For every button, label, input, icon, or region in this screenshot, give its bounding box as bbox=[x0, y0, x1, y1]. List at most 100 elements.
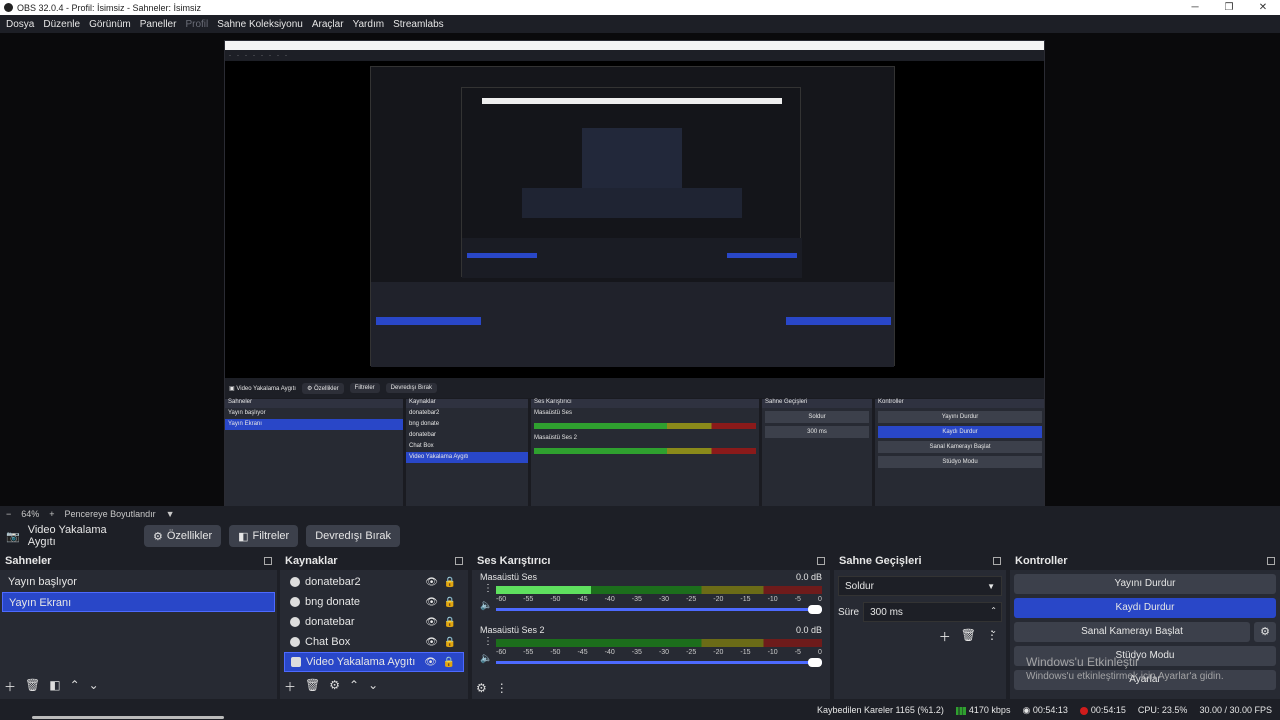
preview-canvas[interactable]: · · · · · · · · ▣ Video Yakalama Aygıtı ⚙ Özelli… bbox=[0, 33, 1280, 534]
filters-button[interactable]: ◧ Filtreler bbox=[229, 525, 299, 547]
undock-icon[interactable] bbox=[264, 557, 272, 565]
remove-source-icon[interactable]: 🗑 bbox=[305, 678, 320, 695]
transition-toolbar: ＋ 🗑 ⋮ bbox=[834, 628, 1006, 645]
remove-scene-icon[interactable]: 🗑 bbox=[25, 678, 40, 695]
remove-transition-icon[interactable]: 🗑 bbox=[961, 628, 976, 645]
volume-slider[interactable] bbox=[496, 658, 822, 667]
menu-docks[interactable]: Paneller bbox=[140, 19, 177, 30]
tick: -40 bbox=[604, 596, 615, 603]
tick: -55 bbox=[523, 649, 534, 656]
channel-menu-icon[interactable]: ⋮ bbox=[483, 583, 493, 594]
lock-icon[interactable]: 🔒 bbox=[444, 637, 456, 648]
menu-view[interactable]: Görünüm bbox=[89, 19, 131, 30]
scene-filters-icon[interactable]: ◧ bbox=[49, 678, 60, 695]
add-transition-icon[interactable]: ＋ bbox=[939, 628, 951, 645]
menu-profile[interactable]: Profil bbox=[185, 19, 208, 30]
chevron-down-icon: ▼ bbox=[987, 582, 995, 591]
spin-arrows-icon[interactable]: ⌃ ⌄ bbox=[990, 601, 997, 641]
mixer-toolbar: ⚙ ⋮ bbox=[476, 681, 508, 695]
source-item[interactable]: bng donate 👁 🔒 bbox=[284, 592, 464, 612]
maximize-icon[interactable]: ❐ bbox=[1212, 0, 1246, 15]
start-virtual-camera-button[interactable]: Sanal Kamerayı Başlat bbox=[1014, 622, 1250, 642]
zoom-in-button[interactable]: + bbox=[49, 509, 54, 519]
tick: -15 bbox=[740, 649, 751, 656]
volume-slider-handle[interactable] bbox=[808, 658, 822, 667]
browser-source-icon bbox=[290, 617, 300, 627]
tick: -30 bbox=[658, 649, 670, 656]
visibility-eye-icon[interactable]: 👁 bbox=[425, 577, 438, 588]
horizontal-scrollbar[interactable] bbox=[32, 716, 224, 719]
move-up-icon[interactable]: ⌃ bbox=[70, 678, 80, 695]
close-icon[interactable]: ✕ bbox=[1246, 0, 1280, 15]
lock-icon[interactable]: 🔒 bbox=[443, 657, 455, 668]
menu-scene-collection[interactable]: Sahne Koleksiyonu bbox=[217, 19, 303, 30]
mixer-channel: Masaüstü Ses 0.0 dB ⋮ -60 -55 -50 -45 -40 -35-… bbox=[472, 570, 830, 623]
camera-icon: 📷 bbox=[6, 530, 20, 543]
mixer-menu-icon[interactable]: ⋮ bbox=[496, 681, 508, 695]
zoom-dropdown-icon[interactable]: ▼ bbox=[166, 509, 175, 519]
transitions-title: Sahne Geçişleri bbox=[839, 555, 922, 567]
channel-menu-icon[interactable]: ⋮ bbox=[483, 636, 493, 647]
undock-icon[interactable] bbox=[993, 557, 1001, 565]
properties-label: Özellikler bbox=[166, 530, 213, 542]
speaker-icon[interactable]: 🔈 bbox=[480, 653, 492, 664]
channel-db: 0.0 dB bbox=[795, 572, 822, 582]
menu-file[interactable]: Dosya bbox=[6, 19, 34, 30]
channel-name: Masaüstü Ses 2 bbox=[480, 625, 545, 635]
lock-icon[interactable]: 🔒 bbox=[444, 597, 456, 608]
lock-icon[interactable]: 🔒 bbox=[444, 617, 456, 628]
mixer-channel: Masaüstü Ses 2 0.0 dB ⋮ -60 -55 -50 -45 -40 -3… bbox=[472, 623, 830, 676]
transition-select[interactable]: Soldur ▼ bbox=[838, 576, 1002, 596]
visibility-eye-icon[interactable]: 👁 bbox=[425, 637, 438, 648]
source-item[interactable]: donatebar 👁 🔒 bbox=[284, 612, 464, 632]
zoom-out-button[interactable]: − bbox=[6, 509, 11, 519]
visibility-eye-icon[interactable]: 👁 bbox=[424, 657, 437, 668]
source-label: donatebar bbox=[305, 616, 355, 628]
add-source-icon[interactable]: ＋ bbox=[284, 678, 296, 695]
undock-icon[interactable] bbox=[1267, 557, 1275, 565]
speaker-icon[interactable]: 🔈 bbox=[480, 600, 492, 611]
tick: -15 bbox=[740, 596, 751, 603]
scenes-dock-header: Sahneler bbox=[0, 553, 277, 570]
source-item[interactable]: Chat Box 👁 🔒 bbox=[284, 632, 464, 652]
stop-streaming-button[interactable]: Yayını Durdur bbox=[1014, 574, 1276, 594]
volume-slider-handle[interactable] bbox=[808, 605, 822, 614]
duration-spinbox[interactable]: 300 ms ⌃ ⌄ bbox=[863, 602, 1002, 635]
obs-logo-icon bbox=[4, 3, 13, 12]
source-item[interactable]: donatebar2 👁 🔒 bbox=[284, 572, 464, 592]
advanced-audio-icon[interactable]: ⚙ bbox=[476, 681, 487, 695]
add-scene-icon[interactable]: ＋ bbox=[4, 678, 16, 695]
tick: -10 bbox=[767, 649, 778, 656]
tick: -60 bbox=[496, 596, 507, 603]
browser-source-icon bbox=[290, 637, 300, 647]
source-toolbar: 📷 Video Yakalama Aygıtı ⚙ Özellikler ◧ F… bbox=[0, 521, 1280, 551]
properties-button[interactable]: ⚙ Özellikler bbox=[144, 525, 222, 547]
menu-streamlabs[interactable]: Streamlabs bbox=[393, 19, 444, 30]
zoom-fit-label[interactable]: Pencereye Boyutlandır bbox=[65, 509, 156, 519]
stream-time: ◉ 00:54:13 bbox=[1022, 705, 1067, 716]
scenes-dock: Sahneler Yayın başlıyor Yayın Ekranı ＋ 🗑… bbox=[0, 553, 277, 699]
move-down-icon[interactable]: ⌄ bbox=[89, 678, 99, 695]
scene-item-selected[interactable]: Yayın Ekranı bbox=[2, 592, 275, 612]
stop-recording-button[interactable]: Kaydı Durdur bbox=[1014, 598, 1276, 618]
visibility-eye-icon[interactable]: 👁 bbox=[425, 597, 438, 608]
deactivate-button[interactable]: Devredışı Bırak bbox=[306, 525, 400, 547]
move-up-icon[interactable]: ⌃ bbox=[349, 678, 359, 695]
visibility-eye-icon[interactable]: 👁 bbox=[425, 617, 438, 628]
volume-slider[interactable] bbox=[496, 605, 822, 614]
source-properties-icon[interactable]: ⚙ bbox=[329, 678, 340, 695]
menu-edit[interactable]: Düzenle bbox=[43, 19, 80, 30]
lock-icon[interactable]: 🔒 bbox=[444, 577, 456, 588]
scene-item[interactable]: Yayın başlıyor bbox=[2, 572, 275, 592]
minimize-icon[interactable]: ─ bbox=[1178, 0, 1212, 15]
move-down-icon[interactable]: ⌄ bbox=[368, 678, 378, 695]
deactivate-label: Devredışı Bırak bbox=[315, 530, 391, 542]
undock-icon[interactable] bbox=[455, 557, 463, 565]
menu-tools[interactable]: Araçlar bbox=[312, 19, 344, 30]
undock-icon[interactable] bbox=[817, 557, 825, 565]
tick: -20 bbox=[713, 649, 724, 656]
virtual-camera-settings-icon[interactable]: ⚙ bbox=[1254, 622, 1276, 642]
menu-help[interactable]: Yardım bbox=[353, 19, 385, 30]
source-item-selected[interactable]: Video Yakalama Aygıtı 👁 🔒 bbox=[284, 652, 464, 672]
fps-readout: 30.00 / 30.00 FPS bbox=[1199, 705, 1272, 715]
